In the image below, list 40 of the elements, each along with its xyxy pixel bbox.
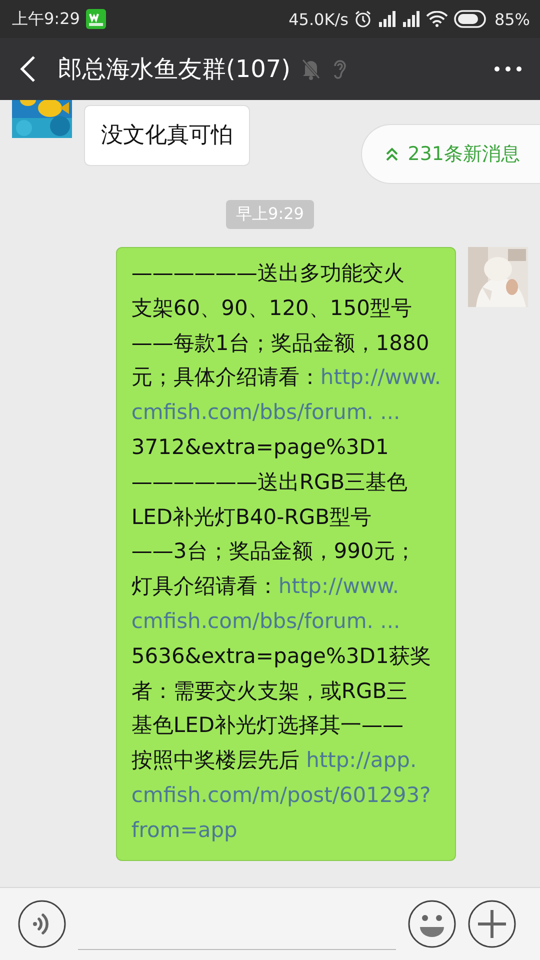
message-link[interactable]: http://www. [278,574,399,598]
voice-icon[interactable] [18,900,66,948]
message-text: 没文化真可怕 [101,123,233,148]
status-time: 上午9:29 [12,8,80,30]
more-icon[interactable] [494,66,522,72]
wifi-icon [426,11,448,27]
message-text: 者：需要交火支架，或RGB三 [131,678,408,703]
message-text: ——3台；奖品金额，990元； [131,539,416,564]
message-link[interactable]: from=app [131,818,238,842]
new-messages-button[interactable]: 231条新消息 [360,124,540,184]
chat-title: 郎总海水鱼友群(107) [58,54,291,85]
message-text: 支架60、90、120、150型号 [131,296,412,320]
battery-percent: 85% [494,10,530,28]
message-text: 按照中奖楼层先后 [131,748,300,772]
message-link[interactable]: cmfish.com/bbs/forum. ... [131,400,400,424]
message-link[interactable]: cmfish.com/bbs/forum. ... [131,608,400,633]
message-text: ——————送出多功能交火 [131,261,404,285]
battery-icon [454,10,488,28]
back-icon[interactable] [18,55,38,83]
double-up-arrow-icon [386,147,398,161]
network-speed: 45.0K/s [288,10,348,28]
app-icon [86,9,106,29]
message-link[interactable]: http://www. [320,365,441,390]
message-text: 3712&extra=page%3D1 [131,434,389,459]
signal-icon [378,11,396,27]
message-text: LED补光灯B40-RGB型号 [131,504,372,529]
plus-icon[interactable] [468,900,516,948]
message-text: 灯具介绍请看： [131,574,278,598]
message-text: ——————送出RGB三基色 [131,470,408,494]
message-link[interactable]: http://app. [306,748,417,772]
alarm-icon [354,10,372,28]
timestamp: 早上9:29 [226,200,314,229]
signal-icon [402,11,420,27]
message-text: 元；具体介绍请看： [131,365,320,390]
emoji-icon[interactable] [408,900,456,948]
message-text: 基色LED补光灯选择其一—— [131,713,404,738]
message-text: ——每款1台；奖品金额，1880 [131,330,430,355]
message-link[interactable]: cmfish.com/m/post/601293? [131,782,431,807]
muted-bell-icon [300,58,321,80]
message-text: 5636&extra=page%3D1获奖 [131,644,431,668]
